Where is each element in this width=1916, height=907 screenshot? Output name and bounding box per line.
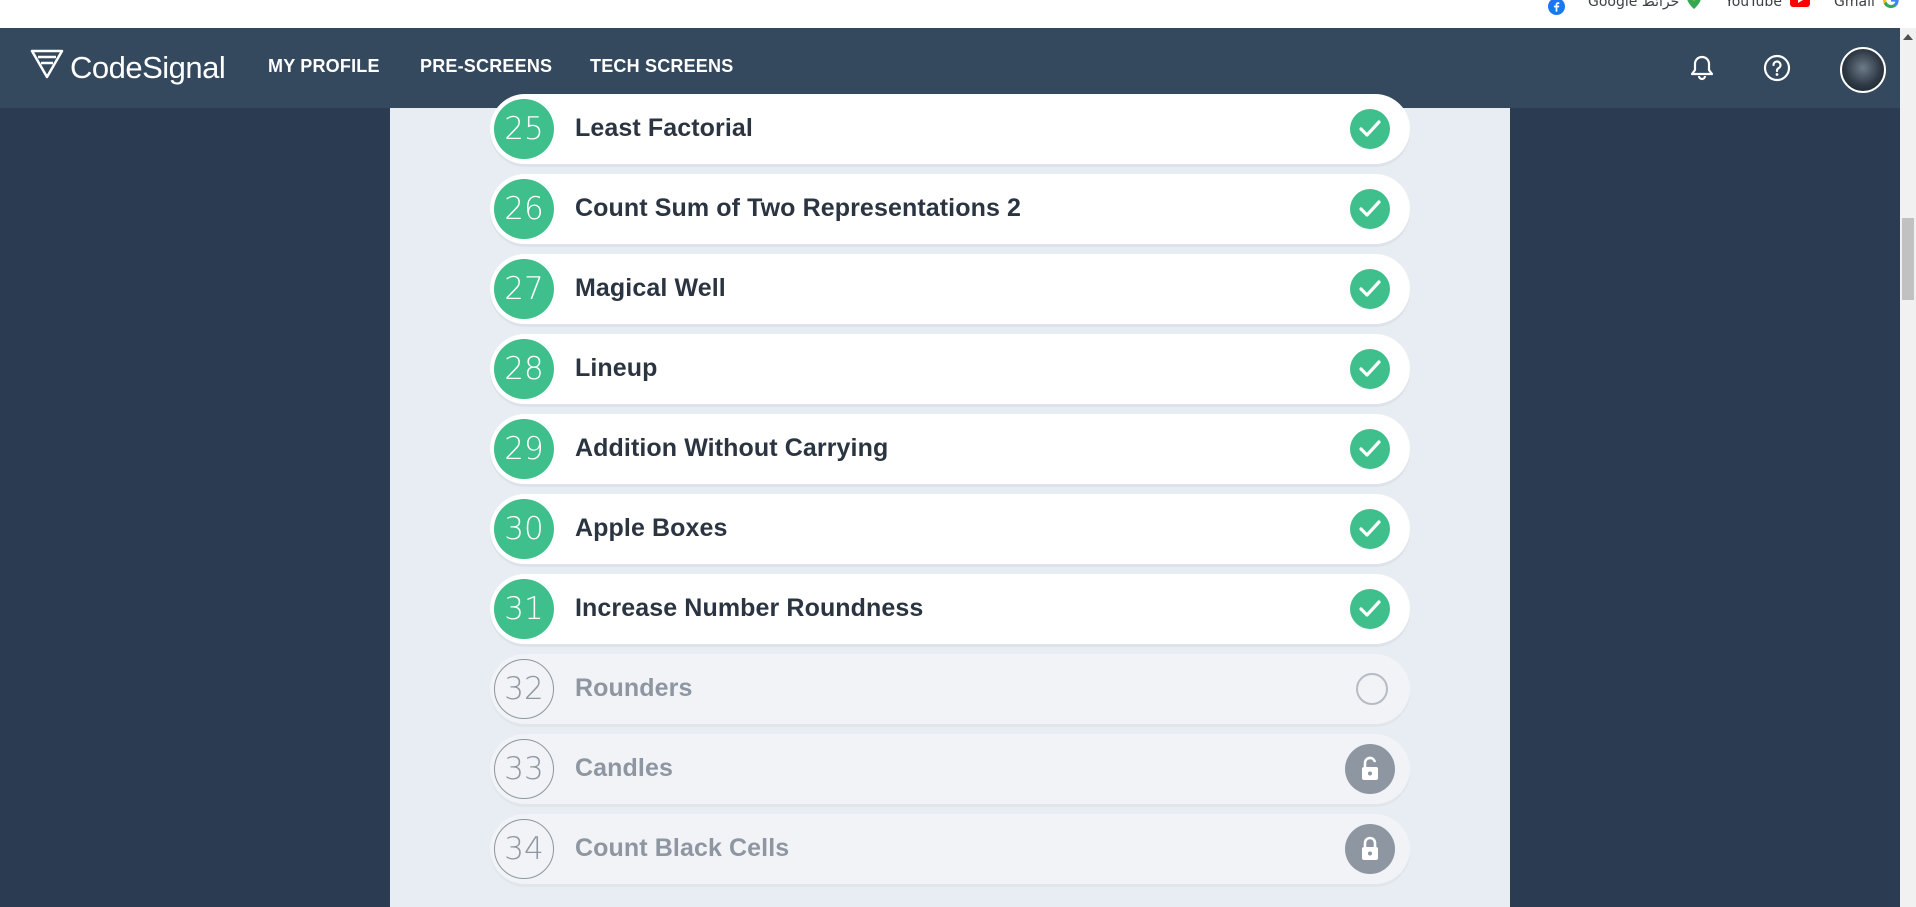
completed-check-icon [1350, 189, 1390, 229]
task-row[interactable]: 26 Count Sum of Two Representations 2 [490, 174, 1410, 244]
task-number: 26 [494, 179, 554, 239]
bell-icon[interactable] [1682, 48, 1722, 88]
completed-check-icon [1350, 109, 1390, 149]
bookmarks-bar: Google خرائط YouTube Gmail [0, 0, 1916, 28]
nav-tech-screens[interactable]: TECH SCREENS [590, 56, 733, 77]
page-scrollbar[interactable] [1900, 28, 1916, 907]
empty-circle-icon [1356, 673, 1388, 705]
task-title: Candles [575, 754, 673, 782]
task-number: 29 [494, 419, 554, 479]
task-title: Apple Boxes [575, 514, 728, 542]
task-number: 25 [494, 99, 554, 159]
task-title: Rounders [575, 674, 693, 702]
task-row[interactable]: 28 Lineup [490, 334, 1410, 404]
brand-name: CodeSignal [70, 50, 226, 85]
task-number: 28 [494, 339, 554, 399]
avatar[interactable] [1840, 47, 1886, 93]
task-list-panel: 25 Least Factorial 26 Count Sum of Two R… [390, 94, 1510, 907]
task-row[interactable]: 25 Least Factorial [490, 94, 1410, 164]
task-title: Increase Number Roundness [575, 594, 924, 622]
task-number: 34 [494, 819, 554, 879]
completed-check-icon [1350, 509, 1390, 549]
task-title: Magical Well [575, 274, 726, 302]
task-number: 27 [494, 259, 554, 319]
task-title: Count Black Cells [575, 834, 790, 862]
nav-pre-screens[interactable]: PRE-SCREENS [420, 56, 552, 77]
completed-check-icon [1350, 429, 1390, 469]
task-title: Count Sum of Two Representations 2 [575, 194, 1022, 222]
lock-icon [1345, 824, 1395, 874]
facebook-icon[interactable] [1548, 0, 1565, 19]
task-row[interactable]: 33 Candles [490, 734, 1410, 804]
codesignal-logo-icon [30, 49, 64, 87]
task-title: Least Factorial [575, 114, 753, 142]
task-number: 32 [494, 659, 554, 719]
task-row[interactable]: 31 Increase Number Roundness [490, 574, 1410, 644]
bookmark-youtube[interactable]: YouTube [1725, 0, 1810, 11]
task-row[interactable]: 29 Addition Without Carrying [490, 414, 1410, 484]
task-number: 30 [494, 499, 554, 559]
task-row[interactable]: 30 Apple Boxes [490, 494, 1410, 564]
completed-check-icon [1350, 269, 1390, 309]
task-row[interactable]: 34 Count Black Cells [490, 814, 1410, 884]
completed-check-icon [1350, 589, 1390, 629]
nav-my-profile[interactable]: MY PROFILE [268, 56, 380, 77]
task-title: Addition Without Carrying [575, 434, 889, 462]
bookmark-google-maps[interactable]: Google خرائط [1588, 0, 1701, 10]
completed-check-icon [1350, 349, 1390, 389]
scroll-up-arrow-icon[interactable] [1903, 34, 1913, 40]
task-row[interactable]: 27 Magical Well [490, 254, 1410, 324]
help-icon[interactable] [1757, 48, 1797, 88]
google-maps-icon [1687, 0, 1701, 13]
google-icon [1882, 0, 1899, 12]
codesignal-logo[interactable]: CodeSignal [30, 49, 226, 87]
bookmark-gmail[interactable]: Gmail [1834, 0, 1899, 10]
task-title: Lineup [575, 354, 658, 382]
task-number: 31 [494, 579, 554, 639]
task-number: 33 [494, 739, 554, 799]
task-row[interactable]: 32 Rounders [490, 654, 1410, 724]
youtube-icon [1789, 0, 1810, 11]
unlock-icon [1345, 744, 1395, 794]
scrollbar-thumb[interactable] [1902, 218, 1914, 300]
